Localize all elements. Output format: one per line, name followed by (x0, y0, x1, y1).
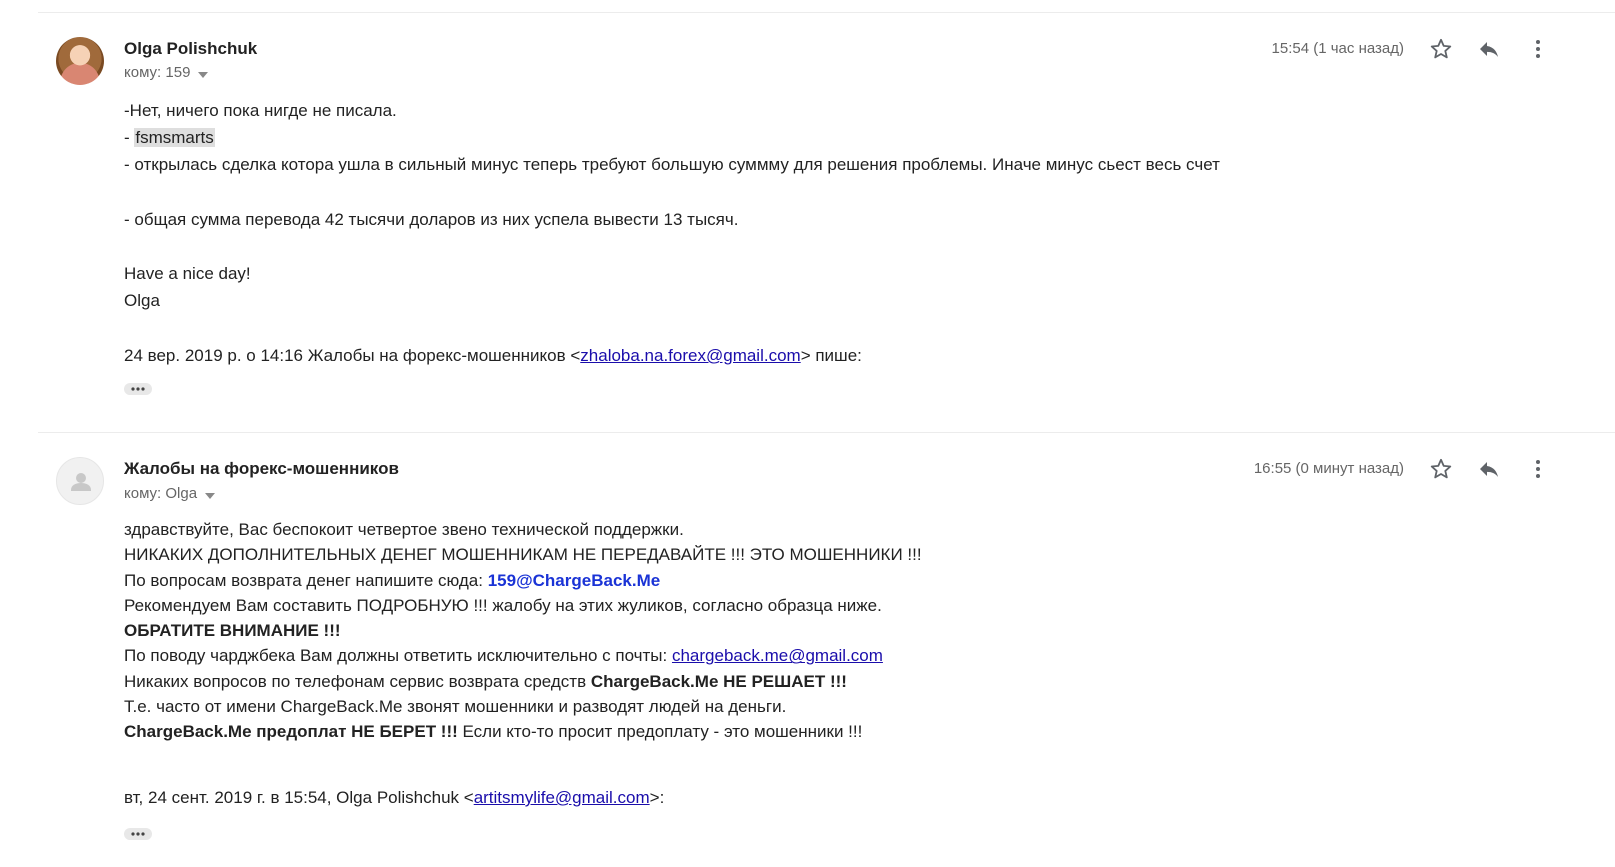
quote-suffix: > пише: (800, 345, 862, 365)
message-time: 15:54 (1 час назад) (1271, 40, 1404, 57)
message-body: -Нет, ничего пока нигде не писала. - fsm… (124, 97, 1220, 369)
highlighted-term: fsmsmarts (134, 128, 215, 148)
recipient-label: кому: Olga (124, 485, 198, 502)
support-email[interactable]: 159@ChargeBack.Me (488, 571, 661, 590)
caret-down-icon[interactable] (205, 486, 216, 503)
quote-email-link[interactable]: zhaloba.na.forex@gmail.com (580, 346, 800, 365)
body-line: ChargeBack.Me предоплат НЕ БЕРЕТ !!! Есл… (124, 719, 922, 744)
quote-header: вт, 24 сент. 2019 г. в 15:54, Olga Polis… (124, 787, 664, 809)
body-line: Have a nice day! (124, 264, 251, 284)
body-line-prefix: По вопросам возврата денег напишите сюда… (124, 570, 488, 590)
reply-icon[interactable] (1477, 457, 1501, 481)
body-line: здравствуйте, Вас беспокоит четвертое зв… (124, 520, 684, 539)
bold-statement: ChargeBack.Me НЕ РЕШАЕТ !!! (590, 671, 847, 691)
top-divider (38, 12, 1615, 13)
body-line: - fsmsmarts (124, 124, 1220, 151)
attention-heading: ОБРАТИТЕ ВНИМАНИЕ !!! (124, 621, 341, 641)
caret-down-icon[interactable] (198, 65, 209, 82)
more-vert-icon[interactable] (1526, 37, 1550, 61)
body-line: -Нет, ничего пока нигде не писала. (124, 101, 397, 120)
body-line: Olga (124, 291, 160, 311)
quote-prefix: 24 вер. 2019 р. о 14:16 Жалобы на форекс… (124, 345, 581, 365)
message-divider (38, 432, 1615, 433)
chargeback-email-link[interactable]: chargeback.me@gmail.com (672, 646, 883, 665)
body-line: По поводу чарджбека Вам должны ответить … (124, 643, 922, 668)
bold-statement: ChargeBack.Me предоплат НЕ БЕРЕТ !!! (124, 722, 458, 742)
quote-prefix: вт, 24 сент. 2019 г. в 15:54, Olga Polis… (124, 788, 474, 807)
body-line-prefix: По поводу чарджбека Вам должны ответить … (124, 646, 672, 666)
body-line: Рекомендуем Вам составить ПОДРОБНУЮ !!! … (124, 595, 882, 615)
body-line-prefix: - (124, 128, 135, 148)
body-line-prefix: Никаких вопросов по телефонам сервис воз… (124, 671, 591, 691)
recipient-details[interactable]: кому: Olga (124, 485, 216, 503)
quote-email-link[interactable]: artitsmylife@gmail.com (474, 788, 650, 807)
body-line: Т.е. часто от имени ChargeBack.Me звонят… (124, 697, 787, 717)
show-trimmed-content-icon[interactable] (124, 828, 152, 840)
star-icon[interactable] (1429, 457, 1453, 481)
quote-suffix: >: (649, 788, 665, 807)
sender-name[interactable]: Olga Polishchuk (124, 39, 257, 59)
body-line-suffix: Если кто-то просит предоплату - это моше… (457, 722, 863, 742)
sender-name[interactable]: Жалобы на форекс-мошенников (124, 459, 399, 479)
body-line: НИКАКИХ ДОПОЛНИТЕЛЬНЫХ ДЕНЕГ МОШЕННИКАМ … (124, 545, 922, 565)
show-trimmed-content-icon[interactable] (124, 383, 152, 395)
more-vert-icon[interactable] (1526, 457, 1550, 481)
body-line: - открылась сделка котора ушла в сильный… (124, 155, 1220, 175)
message-time: 16:55 (0 минут назад) (1253, 460, 1404, 477)
body-line: По вопросам возврата денег напишите сюда… (124, 568, 922, 593)
body-line: - общая сумма перевода 42 тысячи доларов… (124, 209, 739, 229)
star-icon[interactable] (1429, 37, 1453, 61)
body-line: Никаких вопросов по телефонам сервис воз… (124, 669, 922, 694)
recipient-details[interactable]: кому: 159 (124, 64, 209, 82)
sender-avatar[interactable] (56, 37, 104, 85)
recipient-label: кому: 159 (124, 64, 191, 81)
quote-header: 24 вер. 2019 р. о 14:16 Жалобы на форекс… (124, 342, 1220, 369)
message-body: здравствуйте, Вас беспокоит четвертое зв… (124, 517, 922, 745)
sender-avatar[interactable] (56, 457, 104, 505)
reply-icon[interactable] (1477, 37, 1501, 61)
